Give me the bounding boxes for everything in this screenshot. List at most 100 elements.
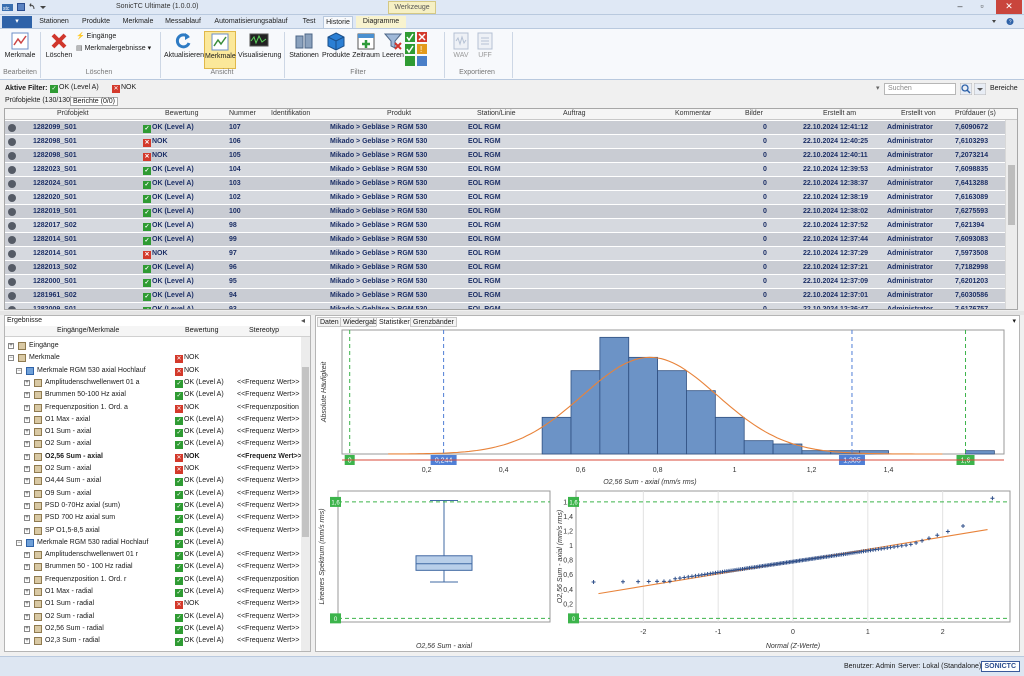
tree-row[interactable]: + Frequenzposition 1. Ord. a ✕ NOK <<Frequen… xyxy=(5,402,303,414)
tree-row[interactable]: + O2 Sum - axial ✕ NOK <<Frequenz Wert>> xyxy=(5,463,303,475)
tab-historie[interactable]: Historie xyxy=(323,16,353,28)
table-row[interactable]: 1282020_S01 ✓ OK (Level A) 102 Mikado > Gebl… xyxy=(5,191,1005,205)
expand-toggle-icon[interactable]: + xyxy=(24,453,30,460)
table-scrollbar-thumb[interactable] xyxy=(1008,165,1015,225)
tree-row[interactable]: + SP O1,5-8,5 axial ✓ OK (Level A) <<Frequen… xyxy=(5,525,303,537)
delete-feature-results-button[interactable]: ▤ Merkmalergebnisse ▾ xyxy=(76,44,151,54)
tree-row[interactable]: + O2 Sum - axial ✓ OK (Level A) <<Frequenz W… xyxy=(5,438,303,450)
col-auftrag[interactable]: Auftrag xyxy=(563,110,586,117)
expand-toggle-icon[interactable]: − xyxy=(16,367,22,374)
search-options-icon[interactable]: ▾ xyxy=(876,84,880,92)
table-row[interactable]: 1282023_S01 ✓ OK (Level A) 104 Mikado > Gebl… xyxy=(5,163,1005,177)
tree-row[interactable]: + O1 Max - radial ✓ OK (Level A) <<Frequenz … xyxy=(5,586,303,598)
expand-toggle-icon[interactable]: − xyxy=(16,539,22,546)
tree-row[interactable]: + Amplitudenschwellenwert 01 r ✓ OK (Level … xyxy=(5,549,303,561)
expand-toggle-icon[interactable]: − xyxy=(8,355,14,362)
col-stereotyp[interactable]: Stereotyp xyxy=(249,327,279,334)
tree-row[interactable]: + Amplitudenschwellenwert 01 a ✓ OK (Level … xyxy=(5,377,303,389)
expand-toggle-icon[interactable]: + xyxy=(24,392,30,399)
expand-toggle-icon[interactable]: + xyxy=(24,379,30,386)
table-row[interactable]: 1282019_S01 ✓ OK (Level A) 100 Mikado > Gebl… xyxy=(5,205,1005,219)
help-and-options-icon[interactable]: ? xyxy=(990,17,1020,26)
expand-toggle-icon[interactable]: + xyxy=(24,527,30,534)
expand-toggle-icon[interactable]: + xyxy=(24,441,30,448)
minimize-button[interactable]: – xyxy=(950,0,970,14)
table-row[interactable]: 1282009_S01 ✓OK (Level A) 93 Mikado > Geblä… xyxy=(5,303,1005,309)
expand-toggle-icon[interactable]: + xyxy=(24,404,30,411)
tab-merkmale[interactable]: Merkmale xyxy=(118,16,158,28)
col-produkt[interactable]: Produkt xyxy=(387,110,411,117)
expand-toggle-icon[interactable]: + xyxy=(24,613,30,620)
tab-automatisierungsablauf[interactable]: Automatisierungsablauf xyxy=(208,16,294,28)
tree-row[interactable]: + O9 Sum - axial ✓ OK (Level A) <<Frequenz W… xyxy=(5,488,303,500)
tree-row[interactable]: + O1 Max - axial ✓ OK (Level A) <<Frequenz W… xyxy=(5,414,303,426)
expand-toggle-icon[interactable]: + xyxy=(24,416,30,423)
search-clear-icon[interactable] xyxy=(974,83,986,95)
tab-test[interactable]: Test xyxy=(296,16,322,28)
tree-row[interactable]: + O1 Sum - axial ✓ OK (Level A) <<Frequenz W… xyxy=(5,426,303,438)
results-scrollbar-thumb[interactable] xyxy=(302,367,309,537)
filter-timespan-button[interactable]: Zeitraum xyxy=(352,31,380,69)
expand-toggle-icon[interactable]: + xyxy=(24,625,30,632)
collapse-panel-icon[interactable]: ◂ xyxy=(301,316,305,325)
expand-toggle-icon[interactable]: + xyxy=(24,552,30,559)
table-row[interactable]: 1282098_S01 ✕ NOK 105 Mikado > Gebläse > RGM… xyxy=(5,149,1005,163)
quick-save-icon[interactable] xyxy=(17,3,25,11)
filter-status-toggles-icon[interactable]: ! xyxy=(405,32,429,66)
expand-toggle-icon[interactable]: + xyxy=(24,429,30,436)
tree-row[interactable]: − Merkmale RGM 530 radial Hochlauf ✓ OK (Le… xyxy=(5,537,303,549)
refresh-button[interactable]: Aktualisieren xyxy=(164,31,204,69)
tab-messablauf[interactable]: Messablauf xyxy=(160,16,206,28)
col-results-bewertung[interactable]: Bewertung xyxy=(185,327,218,334)
file-menu-button[interactable]: ▾ xyxy=(2,16,32,28)
table-row[interactable]: 1282014_S01 ✓ OK (Level A) 99 Mikado > Geblä… xyxy=(5,233,1005,247)
table-row[interactable]: 1282014_S01 ✕ NOK 97 Mikado > Gebläse > RGM … xyxy=(5,247,1005,261)
table-scrollbar[interactable] xyxy=(1005,120,1017,309)
expand-toggle-icon[interactable]: + xyxy=(24,601,30,608)
tree-row[interactable]: + Frequenzposition 1. Ord. r ✓ OK (Level A)… xyxy=(5,574,303,586)
col-eingaenge-merkmale[interactable]: Eingänge/Merkmale xyxy=(57,327,119,334)
tree-row[interactable]: − Merkmale ✕ NOK xyxy=(5,352,303,364)
col-bilder[interactable]: Bilder xyxy=(745,110,763,117)
filter-chip-nok[interactable]: ✕ NOK xyxy=(112,84,136,93)
tree-row[interactable]: + Brummen 50-100 Hz axial ✓ OK (Level A) <<F… xyxy=(5,389,303,401)
col-pruefdauer[interactable]: Prüfdauer (s) xyxy=(955,110,996,117)
tree-row[interactable]: + O4,44 Sum - axial ✓ OK (Level A) <<Frequen… xyxy=(5,475,303,487)
tab-diagramme[interactable]: Diagramme xyxy=(356,16,406,28)
col-nummer[interactable]: Nummer xyxy=(229,110,256,117)
search-icon[interactable] xyxy=(960,83,972,95)
expand-toggle-icon[interactable]: + xyxy=(24,502,30,509)
delete-button[interactable]: Löschen xyxy=(44,31,74,69)
tree-row[interactable]: + O2,3 Sum - radial ✓ OK (Level A) <<Frequen… xyxy=(5,635,303,647)
expand-toggle-icon[interactable]: + xyxy=(24,564,30,571)
table-row[interactable]: 1282098_S01 ✕ NOK 106 Mikado > Gebläse > RGM… xyxy=(5,135,1005,149)
tree-row[interactable]: + Brummen 50 - 100 Hz radial ✓ OK (Level A)… xyxy=(5,561,303,573)
close-button[interactable]: ✕ xyxy=(996,0,1022,14)
table-row[interactable]: 1282024_S01 ✓ OK (Level A) 103 Mikado > Gebl… xyxy=(5,177,1005,191)
expand-toggle-icon[interactable]: + xyxy=(24,589,30,595)
bereiche-button[interactable]: Bereiche xyxy=(990,85,1018,92)
filter-chip-ok[interactable]: ✓ OK (Level A) xyxy=(50,84,99,93)
tree-row[interactable]: + O2 Sum - radial ✓ OK (Level A) <<Frequenz … xyxy=(5,611,303,623)
export-uff-button[interactable]: UFF xyxy=(474,31,496,69)
col-erstellt-von[interactable]: Erstellt von xyxy=(901,110,936,117)
maximize-button[interactable]: ▫ xyxy=(972,0,992,14)
table-row[interactable]: 1282017_S02 ✓ OK (Level A) 98 Mikado > Geblä… xyxy=(5,219,1005,233)
table-row[interactable]: 1281961_S02 ✓ OK (Level A) 94 Mikado > Geblä… xyxy=(5,289,1005,303)
quick-undo-icon[interactable] xyxy=(28,3,36,11)
expand-toggle-icon[interactable]: + xyxy=(24,638,30,645)
tab-stationen[interactable]: Stationen xyxy=(34,16,74,28)
expand-toggle-icon[interactable]: + xyxy=(8,343,14,349)
tree-row[interactable]: + Eingänge xyxy=(5,340,303,352)
tree-row[interactable]: + PSD 700 Hz axial sum ✓ OK (Level A) <<Freq… xyxy=(5,512,303,524)
col-bewertung[interactable]: Bewertung xyxy=(165,110,198,117)
table-row[interactable]: 1282000_S01 ✓ OK (Level A) 95 Mikado > Geblä… xyxy=(5,275,1005,289)
quick-access-dropdown-icon[interactable] xyxy=(39,3,47,11)
filter-products-button[interactable]: Produkte xyxy=(321,31,351,69)
col-station[interactable]: Station/Linie xyxy=(477,110,516,117)
expand-toggle-icon[interactable]: + xyxy=(24,576,30,583)
expand-toggle-icon[interactable]: + xyxy=(24,515,30,522)
tree-row[interactable]: − Merkmale RGM 530 axial Hochlauf ✕ NOK xyxy=(5,365,303,377)
export-wav-button[interactable]: WAV xyxy=(450,31,472,69)
delete-inputs-button[interactable]: ⚡ Eingänge xyxy=(76,32,116,42)
